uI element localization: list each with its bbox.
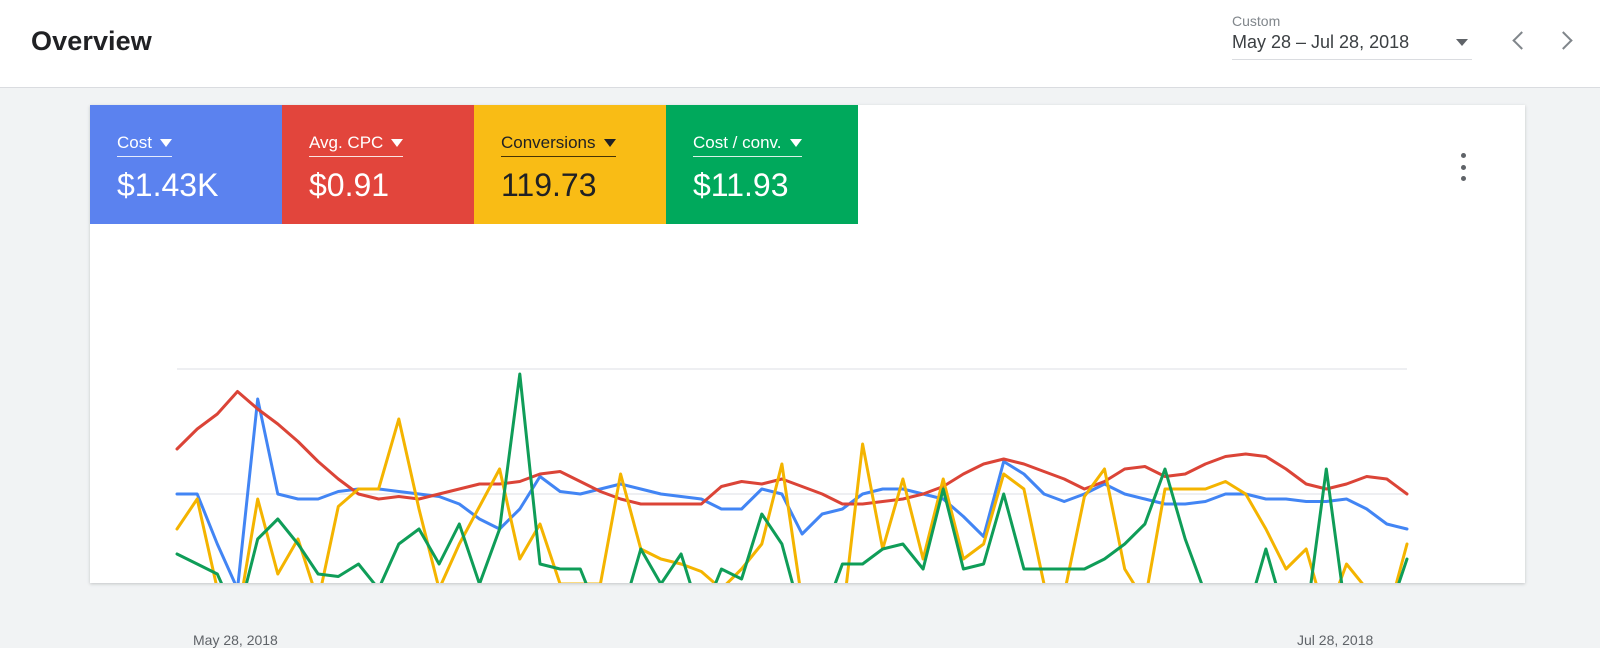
- caret-down-icon[interactable]: [159, 139, 172, 147]
- metric-tile-value: $1.43K: [117, 167, 219, 203]
- overview-page: Overview Custom May 28 – Jul 28, 2018 Co…: [0, 0, 1600, 648]
- metric-tile-value: 119.73: [501, 167, 597, 203]
- kebab-dot: [1460, 153, 1466, 158]
- metric-tile-header[interactable]: Cost / conv.: [693, 133, 802, 157]
- chart-series-cost: [175, 397, 1409, 583]
- kebab-dot: [1460, 164, 1466, 170]
- chart-series-avg-cpc: [175, 390, 1409, 506]
- x-axis-tick-start: May 28, 2018: [193, 632, 278, 648]
- caret-down-icon[interactable]: [1456, 39, 1468, 46]
- metric-tile-value: $0.91: [309, 167, 390, 203]
- metric-tile-avg-cpc[interactable]: Avg. CPC $0.91: [282, 105, 474, 224]
- metric-tile-header[interactable]: Cost: [117, 133, 172, 157]
- date-range-label: Custom: [1232, 13, 1281, 29]
- metric-tiles: Cost $1.43K Avg. CPC $0.91 Conversions 1…: [90, 105, 858, 224]
- metric-tile-header[interactable]: Conversions: [501, 133, 616, 157]
- x-axis-tick-end: Jul 28, 2018: [1297, 632, 1374, 648]
- metric-tile-label: Avg. CPC: [309, 133, 384, 152]
- metric-tile-header[interactable]: Avg. CPC: [309, 133, 404, 157]
- chart-series-conversions: [175, 417, 1409, 583]
- chart-canvas: [175, 368, 1409, 583]
- caret-down-icon[interactable]: [789, 139, 802, 147]
- caret-down-icon[interactable]: [603, 139, 616, 147]
- page-title: Overview: [31, 26, 152, 56]
- page-header: Overview Custom May 28 – Jul 28, 2018: [0, 0, 1600, 88]
- metric-tile-conversions[interactable]: Conversions 119.73: [474, 105, 666, 224]
- date-range-value: May 28 – Jul 28, 2018: [1232, 32, 1410, 52]
- kebab-dot: [1460, 176, 1466, 181]
- metric-tile-cost[interactable]: Cost $1.43K: [90, 105, 282, 224]
- chevron-right-icon[interactable]: [1554, 32, 1570, 48]
- metric-tile-label: Conversions: [501, 133, 596, 152]
- more-vert-icon[interactable]: [1453, 153, 1473, 181]
- overview-card: Cost $1.43K Avg. CPC $0.91 Conversions 1…: [90, 105, 1525, 648]
- date-range-row[interactable]: May 28 – Jul 28, 2018: [1232, 32, 1472, 60]
- chevron-left-icon[interactable]: [1512, 32, 1528, 48]
- date-nav-controls: [1512, 32, 1570, 48]
- metric-tile-label: Cost / conv.: [693, 133, 782, 152]
- date-range-selector[interactable]: Custom May 28 – Jul 28, 2018: [1232, 12, 1472, 60]
- chart-series-cost-conv: [175, 372, 1409, 583]
- metric-tile-cost-per-conv[interactable]: Cost / conv. $11.93: [666, 105, 858, 224]
- metric-tile-value: $11.93: [693, 167, 789, 203]
- performance-chart: May 28, 2018 Jul 28, 2018: [90, 224, 1525, 648]
- metric-tile-label: Cost: [117, 133, 152, 152]
- caret-down-icon[interactable]: [391, 139, 404, 147]
